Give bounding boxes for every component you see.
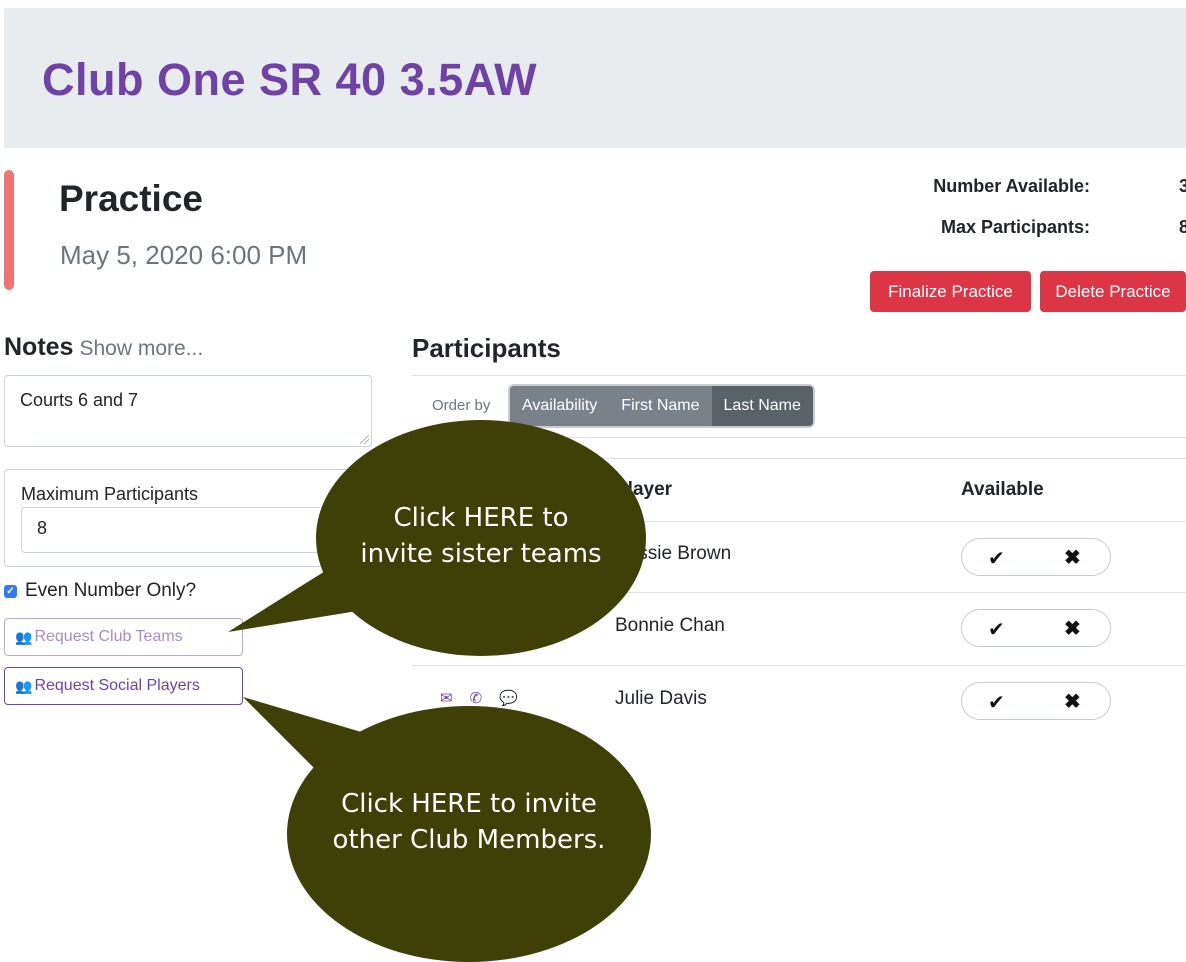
callout-line: other Club Members. [332, 825, 606, 855]
callout-line: Click HERE to invite [341, 789, 597, 819]
callout-club-teams-text: Click HERE to invite sister teams [316, 500, 646, 572]
callout-line: Click HERE to [393, 503, 569, 533]
callout-club-members-text: Click HERE to invite other Club Members. [287, 786, 651, 858]
callout-line: invite sister teams [360, 539, 602, 569]
